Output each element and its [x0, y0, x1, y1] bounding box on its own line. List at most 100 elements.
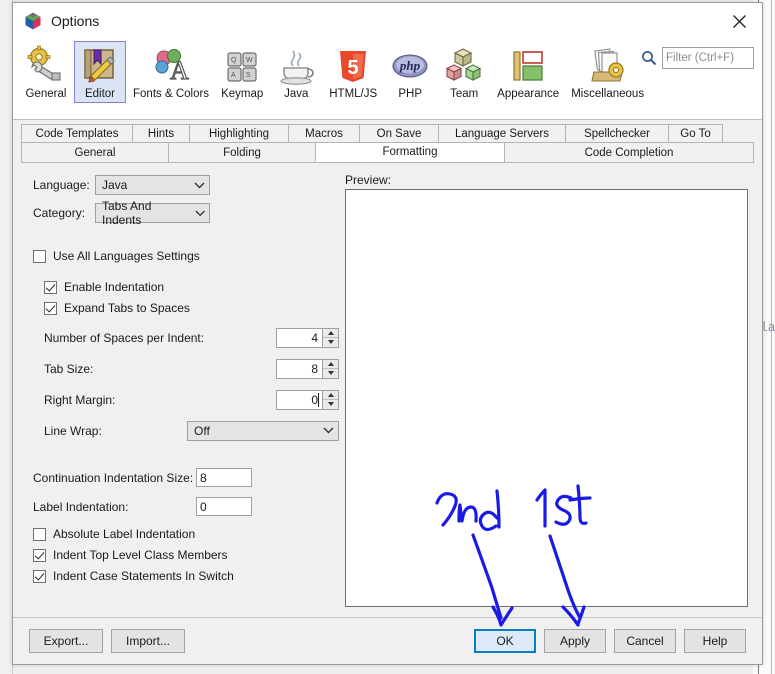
- category-php[interactable]: php PHP: [384, 41, 436, 103]
- category-general-label: General: [25, 88, 67, 100]
- spaces-per-indent-buttons[interactable]: [322, 328, 338, 347]
- category-html-js-label: HTML/JS: [329, 88, 378, 100]
- language-label: Language:: [33, 178, 90, 192]
- screen-root: la Options General Editor A Fonts & Colo…: [0, 0, 775, 674]
- tab-hints[interactable]: Hints: [132, 124, 190, 142]
- formatting-settings-pane: Language: Java Category: Tabs And Indent…: [21, 163, 339, 617]
- tab-macros[interactable]: Macros: [288, 124, 360, 142]
- category-fonts-and-colors[interactable]: A Fonts & Colors: [128, 41, 214, 103]
- continuation-indentation-label: Continuation Indentation Size:: [33, 470, 194, 485]
- spinner-down-icon[interactable]: [323, 400, 338, 409]
- enable-indentation-row[interactable]: Enable Indentation: [44, 280, 339, 294]
- cancel-button[interactable]: Cancel: [614, 629, 676, 653]
- indent-top-level-class-members-checkbox[interactable]: [33, 548, 46, 562]
- category-select[interactable]: Tabs And Indents: [95, 199, 210, 227]
- absolute-label-indentation-row[interactable]: Absolute Label Indentation: [33, 527, 339, 541]
- keyboard-keys-icon: Q W A S: [227, 52, 257, 82]
- preview-label: Preview:: [345, 173, 392, 187]
- category-miscellaneous[interactable]: Miscellaneous: [566, 41, 649, 103]
- tab-code-templates[interactable]: Code Templates: [21, 124, 133, 142]
- category-html-js[interactable]: 5 HTML/JS: [324, 41, 382, 103]
- right-margin-row: Right Margin: 0: [44, 389, 339, 410]
- ok-button[interactable]: OK: [474, 629, 536, 653]
- expand-tabs-row[interactable]: Expand Tabs to Spaces: [44, 301, 339, 315]
- svg-text:5: 5: [348, 57, 359, 79]
- tab-formatting[interactable]: Formatting: [315, 142, 505, 162]
- enable-indentation-label: Enable Indentation: [64, 280, 165, 294]
- spinner-down-icon[interactable]: [323, 338, 338, 347]
- spinner-down-icon[interactable]: [323, 369, 338, 378]
- spinner-up-icon[interactable]: [323, 328, 338, 338]
- expand-tabs-checkbox[interactable]: [44, 301, 57, 315]
- tab-size-buttons[interactable]: [322, 359, 338, 378]
- category-general[interactable]: General: [20, 41, 72, 103]
- category-java[interactable]: Java: [270, 41, 322, 103]
- spaces-per-indent-value[interactable]: 4: [277, 329, 322, 347]
- chevron-down-icon: [323, 427, 334, 434]
- category-keymap[interactable]: Q W A S Keymap: [216, 41, 268, 103]
- spinner-up-icon[interactable]: [323, 359, 338, 369]
- line-wrap-select[interactable]: Off: [187, 420, 339, 441]
- svg-text:S: S: [246, 72, 251, 79]
- category-fonts-and-colors-label: Fonts & Colors: [133, 88, 210, 100]
- svg-text:A: A: [231, 72, 236, 79]
- dialog-actions: OK Apply Cancel Help: [474, 629, 746, 653]
- svg-text:A: A: [170, 56, 189, 85]
- line-wrap-label: Line Wrap:: [44, 423, 102, 438]
- category-editor[interactable]: Editor: [74, 41, 126, 103]
- preview-pane: Preview:: [339, 163, 754, 617]
- export-button[interactable]: Export...: [29, 629, 103, 653]
- absolute-label-indentation-checkbox[interactable]: [33, 527, 46, 541]
- indent-top-level-class-members-row[interactable]: Indent Top Level Class Members: [33, 548, 339, 562]
- tab-spellchecker[interactable]: Spellchecker: [565, 124, 669, 142]
- right-margin-label: Right Margin:: [44, 392, 116, 407]
- continuation-indentation-input[interactable]: 8: [196, 468, 252, 487]
- tab-general[interactable]: General: [21, 142, 169, 162]
- tab-go-to[interactable]: Go To: [668, 124, 723, 142]
- use-all-languages-checkbox[interactable]: [33, 249, 46, 263]
- label-indentation-row: Label Indentation: 0: [33, 496, 339, 517]
- category-team-label: Team: [450, 88, 479, 100]
- enable-indentation-checkbox[interactable]: [44, 280, 57, 294]
- apply-button[interactable]: Apply: [544, 629, 606, 653]
- php-elephant-icon: php: [392, 54, 428, 78]
- book-pencil-icon: [84, 49, 115, 83]
- use-all-languages-row[interactable]: Use All Languages Settings: [33, 249, 339, 263]
- spinner-up-icon[interactable]: [323, 390, 338, 400]
- close-icon[interactable]: [722, 6, 756, 36]
- tab-size-spinner[interactable]: 8: [276, 358, 339, 379]
- preview-box: [345, 189, 748, 607]
- coffee-cup-icon: [280, 50, 314, 85]
- right-margin-spinner[interactable]: 0: [276, 389, 339, 410]
- category-appearance-label: Appearance: [497, 88, 560, 100]
- tab-size-value[interactable]: 8: [277, 360, 322, 378]
- right-margin-buttons[interactable]: [322, 390, 338, 409]
- tab-on-save[interactable]: On Save: [359, 124, 439, 142]
- tab-code-completion[interactable]: Code Completion: [504, 142, 754, 162]
- spaces-per-indent-spinner[interactable]: 4: [276, 327, 339, 348]
- category-appearance[interactable]: Appearance: [492, 41, 564, 103]
- filter-input[interactable]: Filter (Ctrl+F): [662, 47, 754, 69]
- tab-language-servers[interactable]: Language Servers: [438, 124, 566, 142]
- right-margin-value[interactable]: 0: [277, 391, 322, 409]
- language-select[interactable]: Java: [95, 175, 210, 195]
- line-wrap-value: Off: [194, 423, 210, 438]
- spaces-per-indent-label: Number of Spaces per Indent:: [44, 330, 205, 345]
- indent-case-statements-checkbox[interactable]: [33, 569, 46, 583]
- tab-size-row: Tab Size: 8: [44, 358, 339, 379]
- tab-folding[interactable]: Folding: [168, 142, 316, 162]
- category-team[interactable]: Team: [438, 41, 490, 103]
- tab-highlighting[interactable]: Highlighting: [189, 124, 289, 142]
- category-value: Tabs And Indents: [102, 199, 152, 227]
- indent-case-statements-row[interactable]: Indent Case Statements In Switch: [33, 569, 339, 583]
- gear-wrench-icon: [27, 45, 61, 81]
- category-php-label: PHP: [398, 88, 422, 100]
- label-indentation-input[interactable]: 0: [196, 497, 252, 516]
- category-toolbar: General Editor A Fonts & Colors Q W A S …: [13, 39, 762, 120]
- import-button[interactable]: Import...: [111, 629, 185, 653]
- netbeans-cube-icon: [25, 12, 41, 30]
- help-button[interactable]: Help: [684, 629, 746, 653]
- html5-shield-icon: 5: [340, 51, 367, 82]
- indent-top-level-class-members-label: Indent Top Level Class Members: [53, 548, 228, 562]
- spaces-per-indent-row: Number of Spaces per Indent: 4: [44, 327, 339, 348]
